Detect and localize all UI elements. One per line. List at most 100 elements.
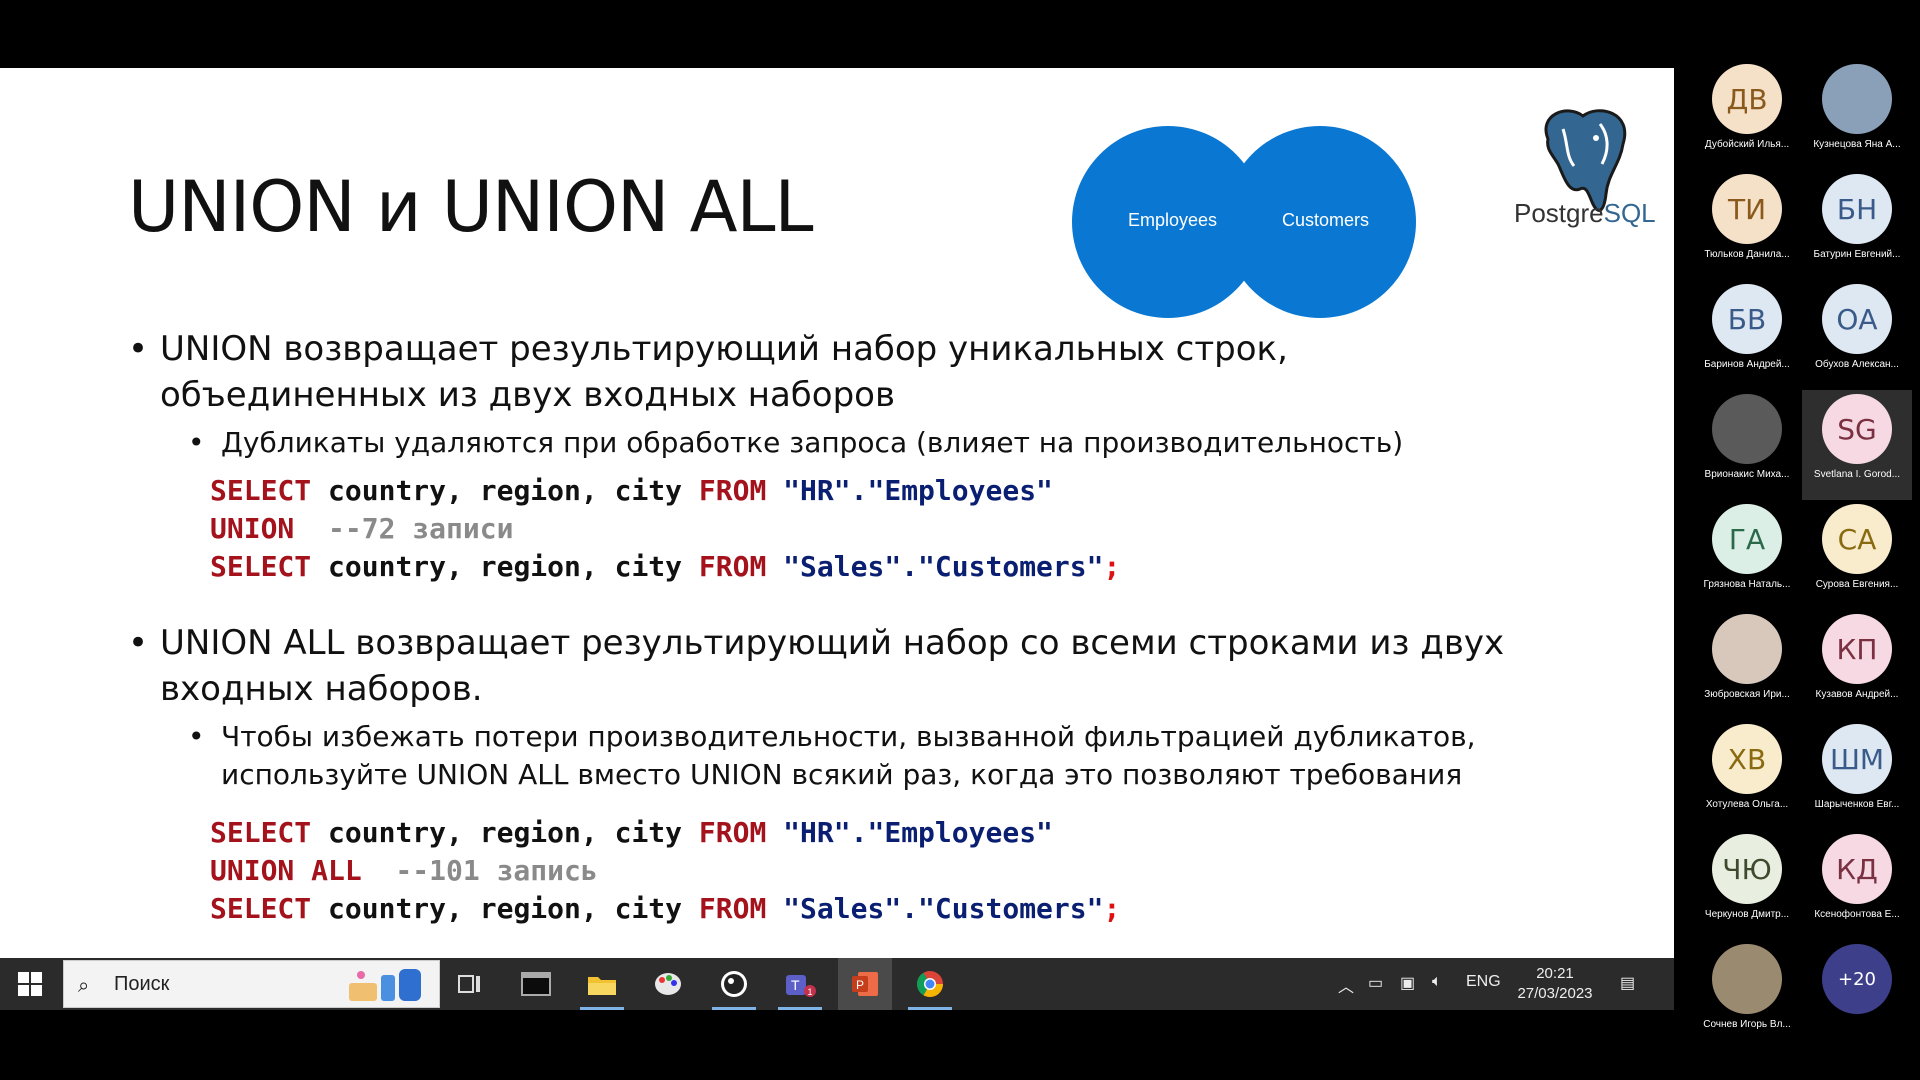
bullet-union-text: UNION возвращает результирующий набор ун…	[160, 329, 1288, 415]
participant-name: Батурин Евгений...	[1813, 249, 1901, 260]
participant-avatar: ХВ	[1712, 724, 1782, 794]
participant-name: Сурова Евгения...	[1815, 579, 1899, 590]
terminal-icon[interactable]	[518, 966, 554, 1002]
sub-bullet-union-all-text: Чтобы избежать потери производительности…	[221, 720, 1476, 791]
powerpoint-icon[interactable]: P	[838, 958, 892, 1010]
sql-columns: country, region, city	[311, 816, 699, 849]
sql-keyword: FROM	[698, 474, 767, 507]
venn-label-employees: Employees	[1128, 210, 1218, 230]
sql-columns: country, region, city	[311, 892, 699, 925]
participant-name: Черкунов Дмитр...	[1704, 909, 1790, 920]
participant-photo-avatar	[1822, 64, 1892, 134]
participant-tile[interactable]: ШМ Шарыченков Евг...	[1802, 720, 1912, 830]
participant-name: Шарыченков Евг...	[1814, 799, 1900, 810]
windows-taskbar: ⌕ Поиск T1 P ︿ ▭ ▣ 🔈︎ ENG 20:21 27/03/20…	[0, 958, 1674, 1010]
code-block-union-all: SELECT country, region, city FROM "HR"."…	[210, 814, 1120, 928]
sub-bullet-union-text: Дубликаты удаляются при обработке запрос…	[221, 426, 1404, 459]
sql-keyword: UNION	[210, 512, 295, 545]
task-view-icon[interactable]	[452, 966, 488, 1002]
participant-tile[interactable]: ОА Обухов Алексан...	[1802, 280, 1912, 390]
sub-bullet-dot: •	[188, 426, 205, 459]
participant-tile[interactable]: +20	[1802, 940, 1912, 1050]
sql-keyword: UNION ALL	[210, 854, 362, 887]
participant-avatar: ШМ	[1822, 724, 1892, 794]
paint-icon[interactable]	[650, 966, 686, 1002]
participant-name: Врионакис Миха...	[1704, 469, 1790, 480]
show-hidden-icons-chevron-icon[interactable]: ︿	[1338, 973, 1354, 997]
notification-center-icon[interactable]: ▤	[1620, 973, 1635, 993]
participant-tile[interactable]: ТИ Тюльков Данила...	[1692, 170, 1802, 280]
code-block-union: SELECT country, region, city FROM "HR"."…	[210, 472, 1120, 586]
volume-icon[interactable]: 🔈︎	[1432, 973, 1442, 991]
participant-photo-avatar	[1712, 394, 1782, 464]
participant-tile[interactable]: ГА Грязнова Наталь...	[1692, 500, 1802, 610]
participant-tile[interactable]: Врионакис Миха...	[1692, 390, 1802, 500]
clock-time: 20:21	[1536, 965, 1574, 982]
sql-columns: country, region, city	[311, 550, 699, 583]
postgresql-wordmark: PostgreSQL	[1514, 198, 1656, 229]
participants-panel: ДВ Дубойский Илья... Кузнецова Яна А... ТИ Т…	[1674, 60, 1920, 1030]
participant-tile[interactable]: Зюбровская Ири...	[1692, 610, 1802, 720]
file-explorer-icon[interactable]	[580, 966, 624, 1010]
sql-keyword: SELECT	[210, 816, 312, 849]
participant-tile[interactable]: Сочнев Игорь Вл...	[1692, 940, 1802, 1050]
participant-avatar: +20	[1822, 944, 1892, 1014]
postgresql-wordmark-b: SQL	[1603, 198, 1656, 228]
clock-date: 27/03/2023	[1517, 985, 1593, 1002]
sql-semicolon: ;	[1103, 892, 1121, 925]
participant-name: Хотулева Ольга...	[1705, 799, 1789, 810]
svg-text:T: T	[791, 977, 800, 993]
participant-tile[interactable]: ДВ Дубойский Илья...	[1692, 60, 1802, 170]
bullet-dot: •	[128, 623, 149, 663]
presentation-slide: UNION и UNION ALL Employees Customers Po…	[0, 68, 1674, 958]
sub-bullet-dot: •	[188, 720, 205, 753]
participant-name: Кузнецова Яна А...	[1813, 139, 1901, 150]
battery-icon[interactable]: ▭	[1368, 973, 1383, 993]
sql-table: "HR"."Employees"	[766, 474, 1053, 507]
participant-tile[interactable]: БВ Баринов Андрей...	[1692, 280, 1802, 390]
participant-avatar: БВ	[1712, 284, 1782, 354]
sql-keyword: SELECT	[210, 474, 312, 507]
slide-title: UNION и UNION ALL	[128, 166, 814, 248]
participant-tile[interactable]: ЧЮ Черкунов Дмитр...	[1692, 830, 1802, 940]
participant-photo-avatar	[1712, 944, 1782, 1014]
taskbar-clock[interactable]: 20:21 27/03/2023	[1510, 964, 1600, 1004]
sql-comment: --72 записи	[294, 512, 514, 545]
teams-icon[interactable]: T1	[778, 966, 822, 1010]
participant-avatar: БН	[1822, 174, 1892, 244]
windows-start-icon[interactable]	[18, 972, 42, 996]
participant-avatar: ТИ	[1712, 174, 1782, 244]
postgresql-wordmark-a: Postgre	[1514, 198, 1604, 228]
taskbar-search-box[interactable]: ⌕ Поиск	[63, 960, 440, 1008]
participant-tile[interactable]: SG Svetlana I. Gorod...	[1802, 390, 1912, 500]
participant-avatar: КП	[1822, 614, 1892, 684]
sql-table: "HR"."Employees"	[766, 816, 1053, 849]
search-icon: ⌕	[78, 973, 90, 997]
participant-tile[interactable]: БН Батурин Евгений...	[1802, 170, 1912, 280]
participant-name: Грязнова Наталь...	[1703, 579, 1791, 590]
participant-tile[interactable]: КД Ксенофонтова Е...	[1802, 830, 1912, 940]
participant-tile[interactable]: ХВ Хотулева Ольга...	[1692, 720, 1802, 830]
venn-label-customers: Customers	[1282, 210, 1370, 230]
language-indicator[interactable]: ENG	[1466, 973, 1501, 991]
participant-photo-avatar	[1712, 614, 1782, 684]
participant-tile[interactable]: СА Сурова Евгения...	[1802, 500, 1912, 610]
sql-keyword: SELECT	[210, 550, 312, 583]
teams-badge: 1	[808, 987, 813, 997]
app-icon[interactable]	[712, 966, 756, 1010]
participant-tile[interactable]: Кузнецова Яна А...	[1802, 60, 1912, 170]
participant-name: Обухов Алексан...	[1815, 359, 1899, 370]
participant-avatar: КД	[1822, 834, 1892, 904]
network-icon[interactable]: ▣	[1400, 973, 1415, 993]
participant-name: Дубойский Илья...	[1704, 139, 1790, 150]
participant-avatar: ОА	[1822, 284, 1892, 354]
sql-keyword: FROM	[698, 816, 767, 849]
participant-name: Сочнев Игорь Вл...	[1703, 1019, 1791, 1030]
participant-name: Зюбровская Ири...	[1704, 689, 1790, 700]
chrome-icon[interactable]	[908, 966, 952, 1010]
participant-tile[interactable]: КП Кузавов Андрей...	[1802, 610, 1912, 720]
participant-avatar: ДВ	[1712, 64, 1782, 134]
shared-screen: UNION и UNION ALL Employees Customers Po…	[0, 68, 1674, 1010]
participant-avatar: СА	[1822, 504, 1892, 574]
participant-name: Svetlana I. Gorod...	[1813, 469, 1901, 480]
